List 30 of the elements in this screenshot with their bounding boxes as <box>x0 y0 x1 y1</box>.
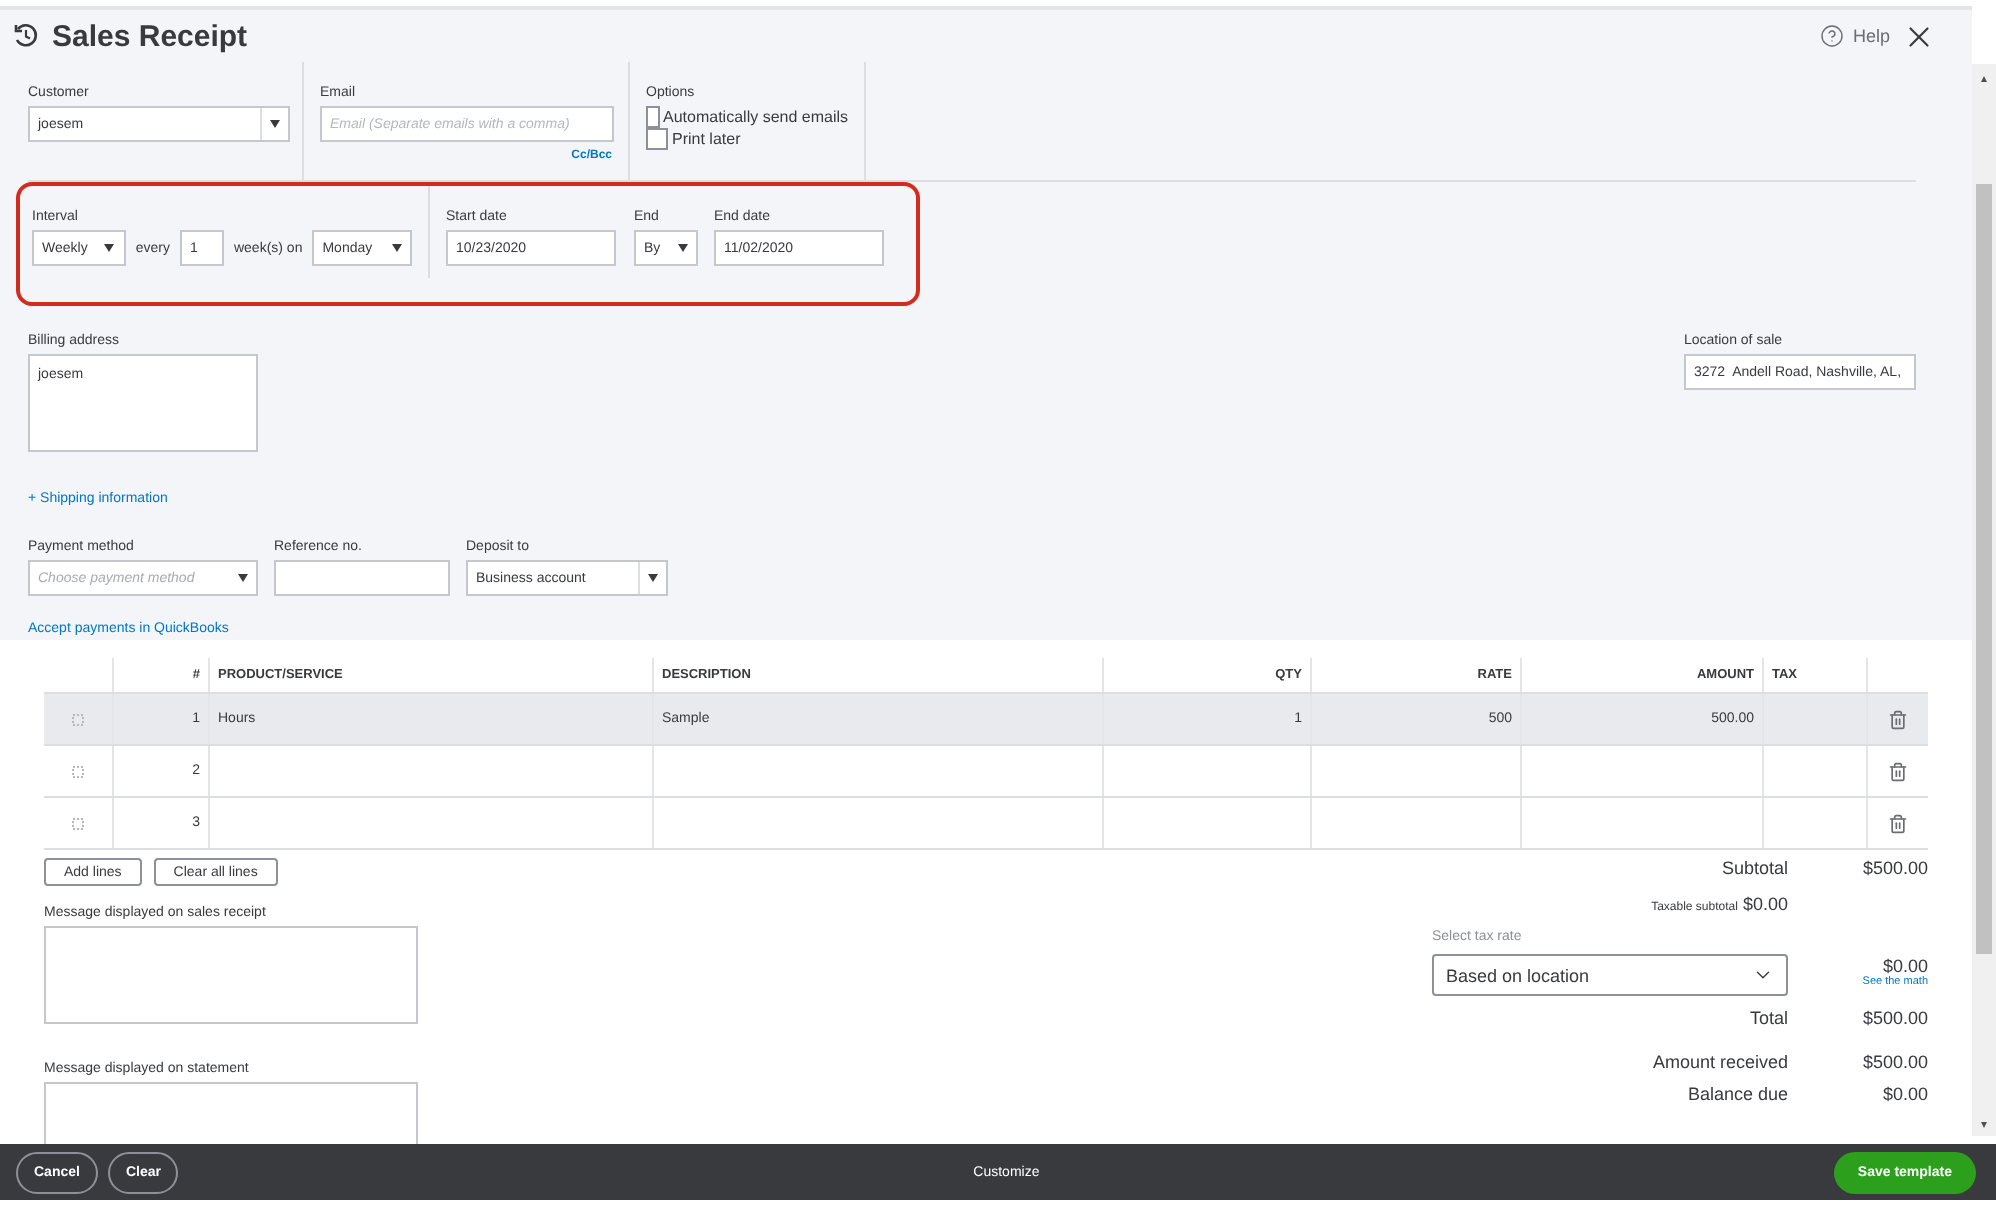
total-label: Total <box>1747 1008 1788 1028</box>
trash-icon[interactable] <box>1888 761 1908 781</box>
help-button[interactable]: Help <box>1820 24 1890 48</box>
reference-field[interactable] <box>274 560 450 596</box>
caret-icon <box>391 244 401 252</box>
amount-received-value: $500.00 <box>1860 1052 1928 1072</box>
trash-icon[interactable] <box>1888 709 1908 729</box>
balance-due-value: $0.00 <box>1880 1084 1928 1104</box>
caret-icon <box>104 244 115 252</box>
subtotal-label: Subtotal <box>1719 858 1788 878</box>
option-checkbox[interactable]: Print later <box>646 128 848 150</box>
caret-icon <box>648 574 658 582</box>
help-icon <box>1820 24 1845 48</box>
drag-handle-icon[interactable] <box>72 765 84 777</box>
caret-icon <box>677 244 687 252</box>
total-value: $500.00 <box>1860 1008 1928 1028</box>
tax-rate-select[interactable]: Based on location <box>1432 954 1788 996</box>
drag-handle-icon[interactable] <box>72 713 84 725</box>
subtotal-value: $500.00 <box>1860 858 1928 878</box>
option-checkbox[interactable]: Automatically send emails <box>646 106 848 128</box>
drag-handle-icon[interactable] <box>72 817 84 829</box>
trash-icon[interactable] <box>1888 813 1908 833</box>
tax-value: $0.00 <box>1882 956 1928 976</box>
page-title: Sales Receipt <box>52 19 248 53</box>
caret-icon <box>237 574 247 582</box>
balance-due-label: Balance due <box>1685 1084 1788 1104</box>
recurring-icon <box>12 22 40 50</box>
message-field[interactable] <box>44 926 418 1024</box>
amount-received-label: Amount received <box>1650 1052 1788 1072</box>
caret-icon <box>270 120 280 128</box>
